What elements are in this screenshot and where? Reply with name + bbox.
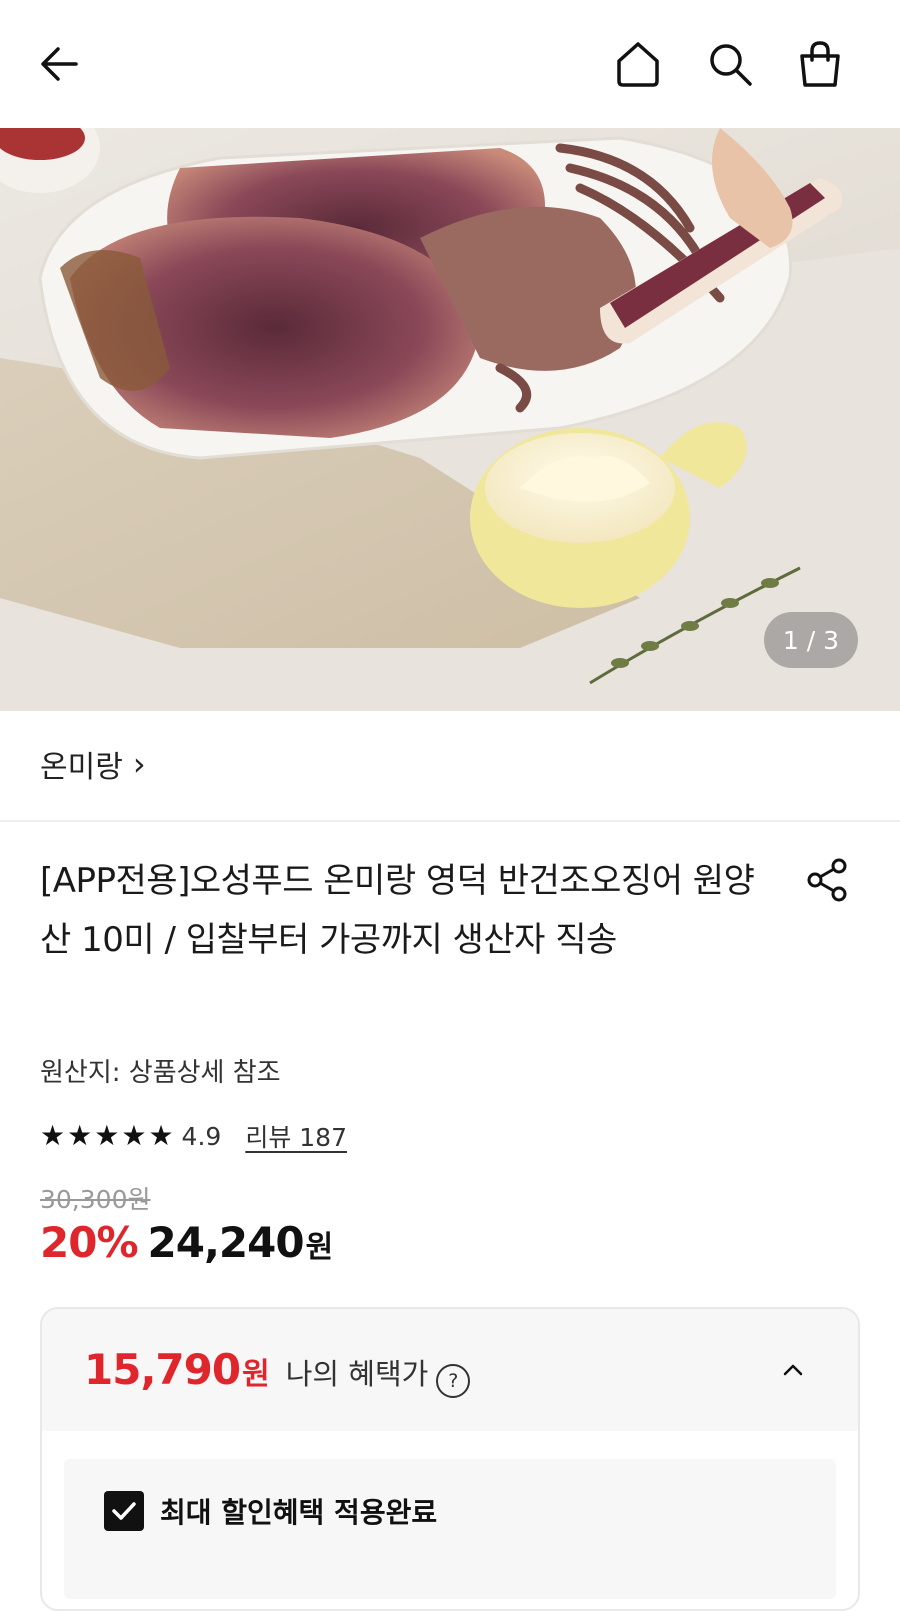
benefit-price-row: 15,790 원 나의 혜택가 ?: [84, 1345, 471, 1398]
star-icon: ★: [40, 1119, 66, 1152]
share-button[interactable]: [800, 852, 856, 908]
benefit-label: 나의 혜택가: [285, 1357, 429, 1391]
checkbox[interactable]: [104, 1491, 144, 1531]
back-button[interactable]: [30, 34, 90, 94]
sale-price: 24,240: [147, 1218, 305, 1267]
rating-stars: ★ ★ ★ ★ ★: [40, 1116, 174, 1156]
chevron-right-icon: ›: [132, 745, 146, 783]
rating-row: ★ ★ ★ ★ ★ 4.9 리뷰 187: [40, 1116, 347, 1156]
chevron-up-icon: [783, 1364, 803, 1376]
home-button[interactable]: [608, 34, 668, 94]
star-icon: ★: [121, 1119, 147, 1152]
checkbox-label: 최대 할인혜택 적용완료: [160, 1496, 438, 1529]
image-counter: 1 / 3: [764, 612, 858, 668]
arrow-left-icon: [41, 47, 78, 81]
star-icon: ★: [148, 1119, 174, 1152]
benefit-price: 15,790: [84, 1345, 241, 1394]
star-icon: ★: [94, 1119, 120, 1152]
benefit-price-unit: 원: [242, 1357, 270, 1392]
shopping-bag-icon: [800, 41, 840, 87]
sale-price-unit: 원: [305, 1230, 334, 1265]
brand-name: 온미랑: [40, 750, 123, 785]
brand-link[interactable]: 온미랑 ›: [40, 742, 146, 786]
review-link[interactable]: 리뷰 187: [245, 1118, 347, 1154]
checkmark-icon: [112, 1502, 136, 1520]
cart-button[interactable]: [790, 34, 850, 94]
home-icon: [617, 42, 659, 87]
price-row: 20% 24,240 원: [40, 1218, 333, 1267]
search-button[interactable]: [700, 34, 760, 94]
product-title: [APP전용]오성푸드 온미랑 영덕 반건조오징어 원양산 10미 / 입찰부터…: [40, 861, 755, 960]
divider: [0, 820, 900, 822]
search-icon: [710, 44, 752, 86]
max-discount-check[interactable]: 최대 할인혜택 적용완료: [104, 1491, 437, 1531]
benefit-header[interactable]: 15,790 원 나의 혜택가 ?: [42, 1309, 858, 1431]
original-price: 30,300원: [40, 1185, 151, 1214]
product-photo: [0, 128, 900, 711]
product-image[interactable]: [0, 128, 900, 711]
discount-rate: 20%: [40, 1218, 139, 1267]
benefit-detail: 최대 할인혜택 적용완료: [64, 1459, 836, 1599]
top-bar: [0, 0, 900, 128]
origin-info: 원산지: 상품상세 참조: [40, 1058, 281, 1088]
share-icon: [807, 858, 847, 902]
benefit-panel: 15,790 원 나의 혜택가 ? 최대 할인혜택 적용완료: [40, 1307, 860, 1611]
rating-value: 4.9: [181, 1121, 222, 1151]
star-icon: ★: [67, 1119, 93, 1152]
collapse-button[interactable]: [768, 1345, 818, 1395]
help-icon[interactable]: ?: [436, 1364, 471, 1398]
